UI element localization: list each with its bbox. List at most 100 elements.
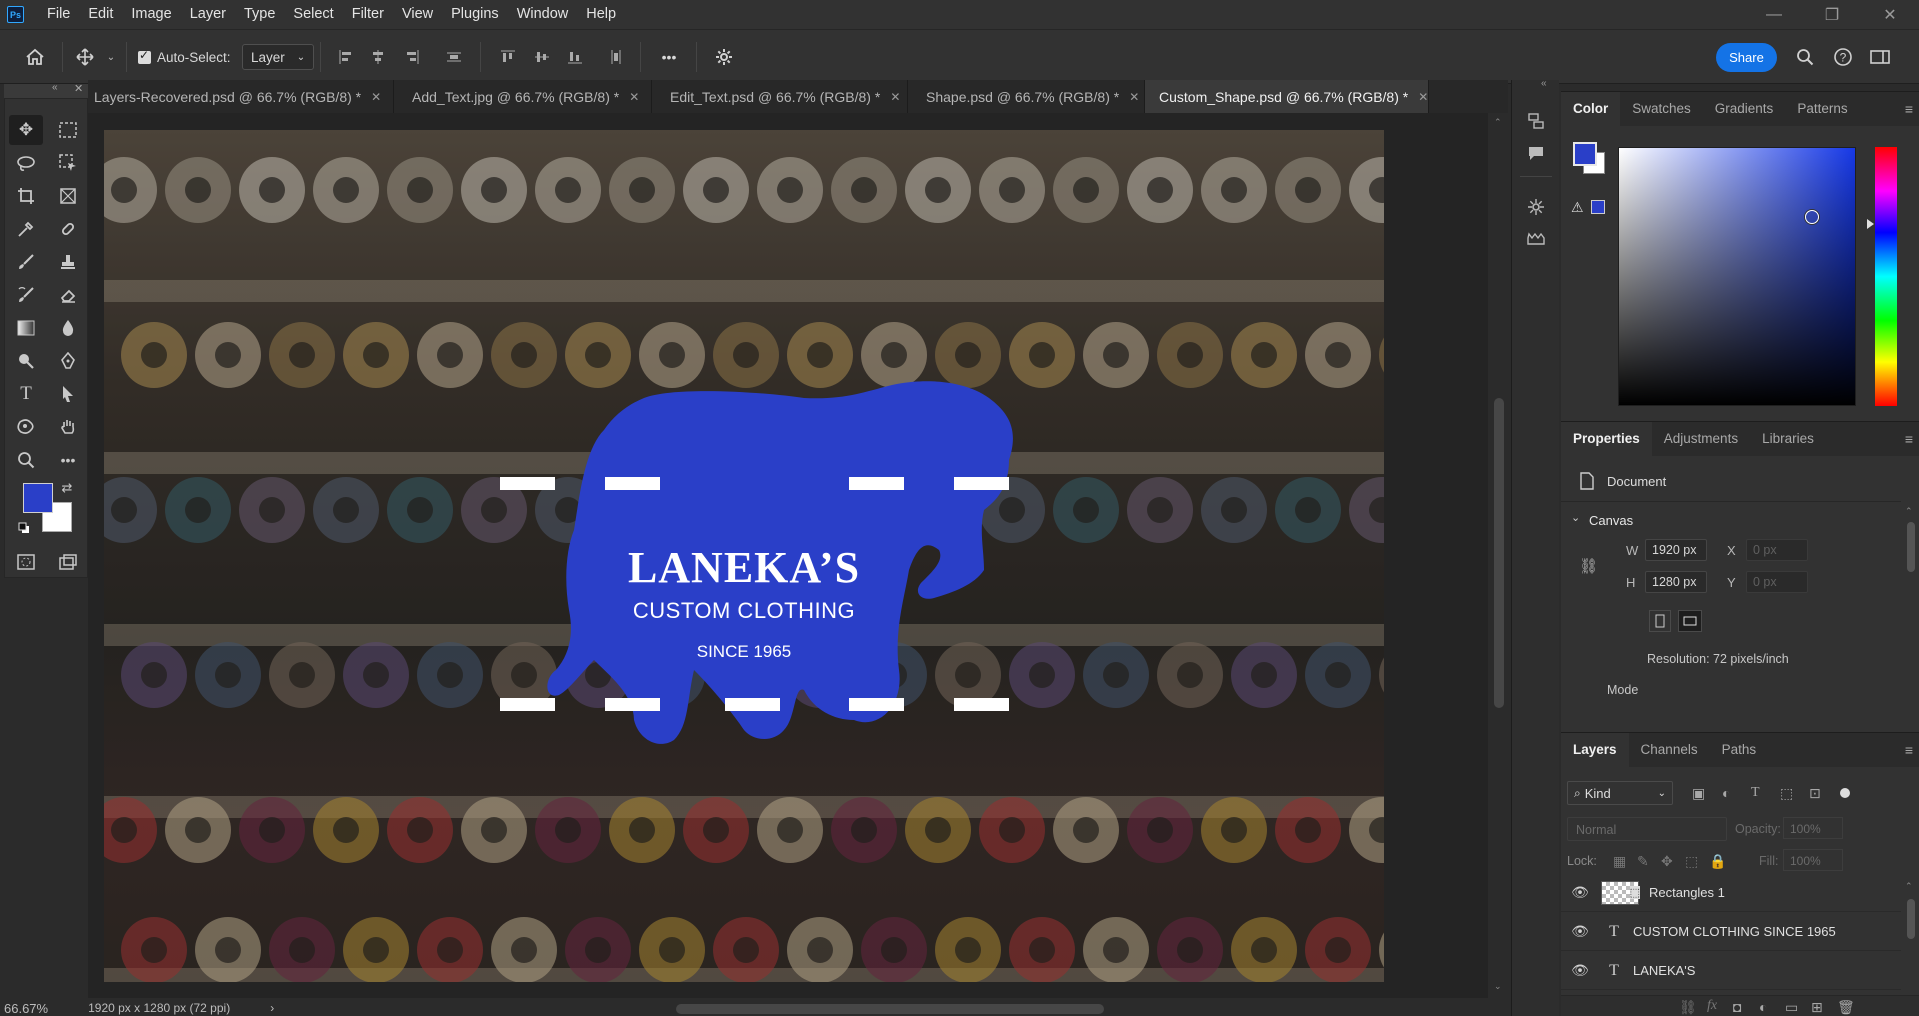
menu-help[interactable]: Help — [577, 0, 625, 29]
layer-name[interactable]: CUSTOM CLOTHING SINCE 1965 — [1633, 924, 1836, 939]
align-middle-icon[interactable] — [530, 44, 554, 70]
layer-filter-dropdown[interactable]: ⌕ Kind ⌄ — [1567, 781, 1673, 805]
tab-add-text[interactable]: Add_Text.jpg @ 66.7% (RGB/8) * ✕ — [394, 80, 652, 113]
opacity-field[interactable]: 100% — [1783, 817, 1843, 839]
screen-mode-icon[interactable] — [51, 547, 85, 577]
filter-toggle-icon[interactable] — [1840, 788, 1850, 798]
status-arrow-icon[interactable]: › — [270, 1001, 274, 1015]
menu-layer[interactable]: Layer — [181, 0, 235, 29]
eye-icon[interactable]: 👁 — [1561, 923, 1599, 940]
maximize-button[interactable]: ❐ — [1803, 0, 1861, 29]
height-field[interactable]: 1280 px — [1645, 571, 1707, 593]
pixel-filter-icon[interactable]: ▣ — [1692, 785, 1705, 802]
tab-swatches[interactable]: Swatches — [1620, 92, 1703, 126]
marquee-tool-icon[interactable] — [51, 115, 85, 145]
close-icon[interactable]: ✕ — [74, 82, 83, 95]
foreground-color-swatch[interactable] — [23, 483, 53, 513]
comments-icon[interactable] — [1522, 140, 1550, 166]
layer-name[interactable]: LANEKA'S — [1633, 963, 1695, 978]
panel-menu-icon[interactable]: ≡ — [1905, 101, 1913, 117]
tab-adjustments[interactable]: Adjustments — [1652, 422, 1750, 456]
tab-paths[interactable]: Paths — [1710, 733, 1769, 767]
type-tool-icon[interactable]: T — [9, 379, 43, 409]
panel-menu-icon[interactable]: ≡ — [1905, 742, 1913, 758]
close-icon[interactable]: ✕ — [890, 90, 900, 104]
search-icon[interactable] — [1793, 44, 1817, 70]
shape-filter-icon[interactable]: ⬚ — [1780, 785, 1793, 802]
link-layers-icon[interactable]: ⛓ — [1679, 999, 1697, 1016]
more-options-icon[interactable]: ••• — [656, 44, 682, 70]
foreground-color-chip[interactable] — [1573, 142, 1597, 166]
healing-brush-icon[interactable] — [51, 214, 85, 244]
auto-select-checkbox[interactable] — [138, 44, 151, 70]
eyedropper-tool-icon[interactable] — [9, 214, 43, 244]
swap-colors-icon[interactable]: ⇄ — [57, 479, 77, 497]
menu-filter[interactable]: Filter — [343, 0, 393, 29]
frame-tool-icon[interactable] — [51, 181, 85, 211]
minimize-button[interactable]: — — [1745, 0, 1803, 29]
help-icon[interactable]: ? — [1831, 44, 1855, 70]
lock-pixels-icon[interactable]: ✎ — [1637, 853, 1649, 870]
distribute-icon[interactable] — [442, 44, 466, 70]
align-top-icon[interactable] — [496, 44, 520, 70]
hand-tool-icon[interactable] — [51, 412, 85, 442]
add-mask-icon[interactable]: ◘ — [1733, 999, 1741, 1015]
horizontal-scroll-thumb[interactable] — [676, 1004, 1104, 1014]
chevron-down-icon[interactable]: ⌄ — [1571, 511, 1580, 524]
layers-scrollbar[interactable]: ⌃ — [1905, 881, 1917, 977]
align-left-icon[interactable] — [334, 44, 358, 70]
zoom-level[interactable]: 66.67% — [4, 1001, 48, 1016]
share-button[interactable]: Share — [1716, 43, 1777, 72]
collapse-icon[interactable]: « — [52, 82, 58, 93]
stamp-tool-icon[interactable] — [51, 247, 85, 277]
close-button[interactable]: ✕ — [1861, 0, 1919, 29]
eraser-tool-icon[interactable] — [51, 280, 85, 310]
layer-row-lanekas[interactable]: 👁 T LANEKA'S — [1561, 952, 1901, 990]
properties-scrollbar[interactable]: ⌃ — [1905, 506, 1917, 618]
default-colors-icon[interactable] — [15, 519, 33, 537]
align-center-icon[interactable] — [366, 44, 390, 70]
new-layer-icon[interactable]: ⊞ — [1811, 999, 1823, 1016]
custom-shape-tool-icon[interactable] — [9, 412, 43, 442]
lock-all-icon[interactable]: 🔒 — [1709, 853, 1726, 870]
vertical-scroll-thumb[interactable] — [1494, 398, 1504, 708]
pen-tool-icon[interactable] — [51, 346, 85, 376]
crop-tool-icon[interactable] — [9, 181, 43, 211]
distribute-vertical-icon[interactable] — [604, 44, 628, 70]
move-tool-icon[interactable]: ✥ — [9, 115, 43, 145]
menu-select[interactable]: Select — [284, 0, 342, 29]
tab-libraries[interactable]: Libraries — [1750, 422, 1826, 456]
tab-layers[interactable]: Layers — [1561, 733, 1629, 767]
warning-icon[interactable]: ⚠ — [1571, 199, 1584, 216]
tab-patterns[interactable]: Patterns — [1785, 92, 1859, 126]
menu-image[interactable]: Image — [122, 0, 180, 29]
close-icon[interactable]: ✕ — [1129, 90, 1139, 104]
gamut-color-chip[interactable] — [1591, 200, 1605, 214]
fill-field[interactable]: 100% — [1783, 849, 1843, 871]
brush-tool-icon[interactable] — [9, 247, 43, 277]
gear-icon[interactable] — [712, 44, 736, 70]
history-icon[interactable] — [1522, 108, 1550, 134]
menu-window[interactable]: Window — [508, 0, 578, 29]
scroll-up-icon[interactable]: ⌃ — [1494, 117, 1502, 128]
settings-icon[interactable] — [1522, 194, 1550, 220]
history-brush-icon[interactable] — [9, 280, 43, 310]
close-icon[interactable]: ✕ — [371, 90, 381, 104]
more-tools-icon[interactable]: ••• — [51, 445, 85, 475]
landscape-orientation-button[interactable] — [1678, 610, 1702, 632]
align-bottom-icon[interactable] — [563, 44, 587, 70]
tab-layers-recovered[interactable]: Layers-Recovered.psd @ 66.7% (RGB/8) * ✕ — [88, 80, 394, 113]
adjustment-layer-icon[interactable]: ◐ — [1759, 999, 1767, 1015]
canvas-vertical-scrollbar[interactable]: ⌃ ⌄ — [1491, 113, 1507, 998]
hue-slider[interactable] — [1875, 147, 1897, 406]
menu-type[interactable]: Type — [235, 0, 284, 29]
workspace-icon[interactable] — [1867, 44, 1895, 70]
trash-icon[interactable]: 🗑 — [1837, 999, 1855, 1016]
lock-position-icon[interactable]: ✥ — [1661, 853, 1673, 870]
measurement-icon[interactable] — [1522, 226, 1550, 252]
path-selection-icon[interactable] — [51, 379, 85, 409]
gradient-tool-icon[interactable] — [9, 313, 43, 343]
y-field[interactable]: 0 px — [1746, 571, 1808, 593]
menu-view[interactable]: View — [393, 0, 442, 29]
blend-mode-dropdown[interactable]: Normal — [1567, 817, 1727, 841]
